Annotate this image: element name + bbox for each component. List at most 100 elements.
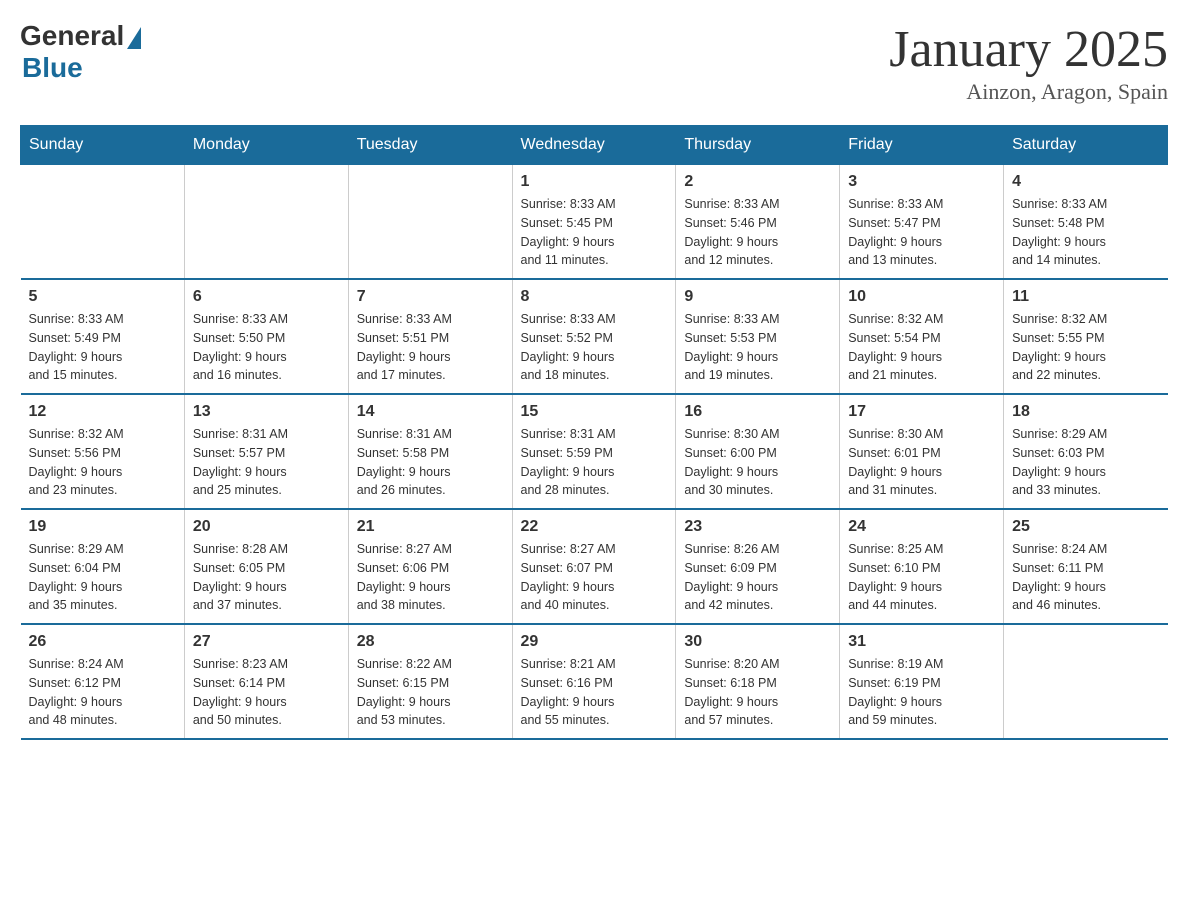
title-section: January 2025 Ainzon, Aragon, Spain bbox=[889, 20, 1168, 105]
day-info: Sunrise: 8:29 AMSunset: 6:04 PMDaylight:… bbox=[29, 540, 176, 615]
day-number: 10 bbox=[848, 288, 995, 306]
day-number: 18 bbox=[1012, 403, 1159, 421]
calendar-subtitle: Ainzon, Aragon, Spain bbox=[889, 79, 1168, 105]
calendar-cell: 18 Sunrise: 8:29 AMSunset: 6:03 PMDayligh… bbox=[1004, 394, 1168, 509]
day-info: Sunrise: 8:33 AMSunset: 5:49 PMDaylight:… bbox=[29, 310, 176, 385]
calendar-cell: 9 Sunrise: 8:33 AMSunset: 5:53 PMDaylight… bbox=[676, 279, 840, 394]
calendar-cell: 16 Sunrise: 8:30 AMSunset: 6:00 PMDayligh… bbox=[676, 394, 840, 509]
day-info: Sunrise: 8:23 AMSunset: 6:14 PMDaylight:… bbox=[193, 655, 340, 730]
day-info: Sunrise: 8:29 AMSunset: 6:03 PMDaylight:… bbox=[1012, 425, 1159, 500]
calendar-week-row: 19 Sunrise: 8:29 AMSunset: 6:04 PMDayligh… bbox=[21, 509, 1168, 624]
day-number: 27 bbox=[193, 633, 340, 651]
day-number: 5 bbox=[29, 288, 176, 306]
day-info: Sunrise: 8:33 AMSunset: 5:47 PMDaylight:… bbox=[848, 195, 995, 270]
day-number: 20 bbox=[193, 518, 340, 536]
calendar-cell: 6 Sunrise: 8:33 AMSunset: 5:50 PMDaylight… bbox=[184, 279, 348, 394]
day-number: 28 bbox=[357, 633, 504, 651]
day-number: 6 bbox=[193, 288, 340, 306]
day-info: Sunrise: 8:26 AMSunset: 6:09 PMDaylight:… bbox=[684, 540, 831, 615]
day-number: 21 bbox=[357, 518, 504, 536]
header-sunday: Sunday bbox=[21, 126, 185, 165]
calendar-cell: 1Sunrise: 8:33 AMSunset: 5:45 PMDaylight… bbox=[512, 165, 676, 280]
day-number: 31 bbox=[848, 633, 995, 651]
day-info: Sunrise: 8:32 AMSunset: 5:56 PMDaylight:… bbox=[29, 425, 176, 500]
logo-blue-text: Blue bbox=[22, 52, 83, 84]
calendar-cell: 15 Sunrise: 8:31 AMSunset: 5:59 PMDayligh… bbox=[512, 394, 676, 509]
day-number: 8 bbox=[521, 288, 668, 306]
calendar-week-row: 5 Sunrise: 8:33 AMSunset: 5:49 PMDaylight… bbox=[21, 279, 1168, 394]
day-number: 17 bbox=[848, 403, 995, 421]
calendar-cell: 17Sunrise: 8:30 AMSunset: 6:01 PMDayligh… bbox=[840, 394, 1004, 509]
day-number: 24 bbox=[848, 518, 995, 536]
day-number: 12 bbox=[29, 403, 176, 421]
day-info: Sunrise: 8:27 AMSunset: 6:07 PMDaylight:… bbox=[521, 540, 668, 615]
calendar-cell bbox=[184, 165, 348, 280]
day-info: Sunrise: 8:24 AMSunset: 6:12 PMDaylight:… bbox=[29, 655, 176, 730]
logo-triangle-icon bbox=[127, 27, 141, 49]
calendar-cell: 3 Sunrise: 8:33 AMSunset: 5:47 PMDaylight… bbox=[840, 165, 1004, 280]
calendar-cell: 14 Sunrise: 8:31 AMSunset: 5:58 PMDayligh… bbox=[348, 394, 512, 509]
day-info: Sunrise: 8:32 AMSunset: 5:55 PMDaylight:… bbox=[1012, 310, 1159, 385]
header-friday: Friday bbox=[840, 126, 1004, 165]
day-number: 19 bbox=[29, 518, 176, 536]
day-info: Sunrise: 8:32 AMSunset: 5:54 PMDaylight:… bbox=[848, 310, 995, 385]
day-number: 25 bbox=[1012, 518, 1159, 536]
calendar-cell bbox=[348, 165, 512, 280]
calendar-cell: 22 Sunrise: 8:27 AMSunset: 6:07 PMDayligh… bbox=[512, 509, 676, 624]
day-number: 11 bbox=[1012, 288, 1159, 306]
day-info: Sunrise: 8:31 AMSunset: 5:57 PMDaylight:… bbox=[193, 425, 340, 500]
day-info: Sunrise: 8:33 AMSunset: 5:50 PMDaylight:… bbox=[193, 310, 340, 385]
calendar-week-row: 1Sunrise: 8:33 AMSunset: 5:45 PMDaylight… bbox=[21, 165, 1168, 280]
calendar-cell: 31Sunrise: 8:19 AMSunset: 6:19 PMDayligh… bbox=[840, 624, 1004, 739]
calendar-cell: 21 Sunrise: 8:27 AMSunset: 6:06 PMDayligh… bbox=[348, 509, 512, 624]
calendar-cell: 29Sunrise: 8:21 AMSunset: 6:16 PMDayligh… bbox=[512, 624, 676, 739]
day-info: Sunrise: 8:20 AMSunset: 6:18 PMDaylight:… bbox=[684, 655, 831, 730]
logo-general-text: General bbox=[20, 20, 124, 52]
logo: General Blue bbox=[20, 20, 141, 84]
day-info: Sunrise: 8:33 AMSunset: 5:53 PMDaylight:… bbox=[684, 310, 831, 385]
calendar-cell bbox=[1004, 624, 1168, 739]
day-info: Sunrise: 8:30 AMSunset: 6:00 PMDaylight:… bbox=[684, 425, 831, 500]
day-number: 7 bbox=[357, 288, 504, 306]
day-number: 9 bbox=[684, 288, 831, 306]
calendar-table: Sunday Monday Tuesday Wednesday Thursday… bbox=[20, 125, 1168, 740]
day-info: Sunrise: 8:33 AMSunset: 5:52 PMDaylight:… bbox=[521, 310, 668, 385]
day-number: 16 bbox=[684, 403, 831, 421]
header-wednesday: Wednesday bbox=[512, 126, 676, 165]
calendar-cell: 8 Sunrise: 8:33 AMSunset: 5:52 PMDaylight… bbox=[512, 279, 676, 394]
day-number: 15 bbox=[521, 403, 668, 421]
day-number: 22 bbox=[521, 518, 668, 536]
calendar-cell bbox=[21, 165, 185, 280]
calendar-cell: 7 Sunrise: 8:33 AMSunset: 5:51 PMDaylight… bbox=[348, 279, 512, 394]
calendar-cell: 13 Sunrise: 8:31 AMSunset: 5:57 PMDayligh… bbox=[184, 394, 348, 509]
header-saturday: Saturday bbox=[1004, 126, 1168, 165]
day-info: Sunrise: 8:27 AMSunset: 6:06 PMDaylight:… bbox=[357, 540, 504, 615]
day-info: Sunrise: 8:33 AMSunset: 5:51 PMDaylight:… bbox=[357, 310, 504, 385]
day-number: 14 bbox=[357, 403, 504, 421]
day-info: Sunrise: 8:31 AMSunset: 5:59 PMDaylight:… bbox=[521, 425, 668, 500]
day-number: 30 bbox=[684, 633, 831, 651]
day-number: 13 bbox=[193, 403, 340, 421]
calendar-cell: 11 Sunrise: 8:32 AMSunset: 5:55 PMDayligh… bbox=[1004, 279, 1168, 394]
page-header: General Blue January 2025 Ainzon, Aragon… bbox=[20, 20, 1168, 105]
calendar-cell: 24 Sunrise: 8:25 AMSunset: 6:10 PMDayligh… bbox=[840, 509, 1004, 624]
day-number: 4 bbox=[1012, 173, 1159, 191]
day-info: Sunrise: 8:31 AMSunset: 5:58 PMDaylight:… bbox=[357, 425, 504, 500]
calendar-cell: 25Sunrise: 8:24 AMSunset: 6:11 PMDayligh… bbox=[1004, 509, 1168, 624]
day-info: Sunrise: 8:33 AMSunset: 5:45 PMDaylight:… bbox=[521, 195, 668, 270]
calendar-cell: 4Sunrise: 8:33 AMSunset: 5:48 PMDaylight… bbox=[1004, 165, 1168, 280]
calendar-cell: 19 Sunrise: 8:29 AMSunset: 6:04 PMDayligh… bbox=[21, 509, 185, 624]
calendar-cell: 27 Sunrise: 8:23 AMSunset: 6:14 PMDayligh… bbox=[184, 624, 348, 739]
day-number: 29 bbox=[521, 633, 668, 651]
day-number: 3 bbox=[848, 173, 995, 191]
day-info: Sunrise: 8:25 AMSunset: 6:10 PMDaylight:… bbox=[848, 540, 995, 615]
calendar-cell: 2Sunrise: 8:33 AMSunset: 5:46 PMDaylight… bbox=[676, 165, 840, 280]
day-number: 26 bbox=[29, 633, 176, 651]
calendar-cell: 23 Sunrise: 8:26 AMSunset: 6:09 PMDayligh… bbox=[676, 509, 840, 624]
calendar-title: January 2025 bbox=[889, 20, 1168, 79]
calendar-cell: 20Sunrise: 8:28 AMSunset: 6:05 PMDayligh… bbox=[184, 509, 348, 624]
day-number: 2 bbox=[684, 173, 831, 191]
calendar-cell: 26 Sunrise: 8:24 AMSunset: 6:12 PMDayligh… bbox=[21, 624, 185, 739]
calendar-cell: 12 Sunrise: 8:32 AMSunset: 5:56 PMDayligh… bbox=[21, 394, 185, 509]
day-number: 23 bbox=[684, 518, 831, 536]
